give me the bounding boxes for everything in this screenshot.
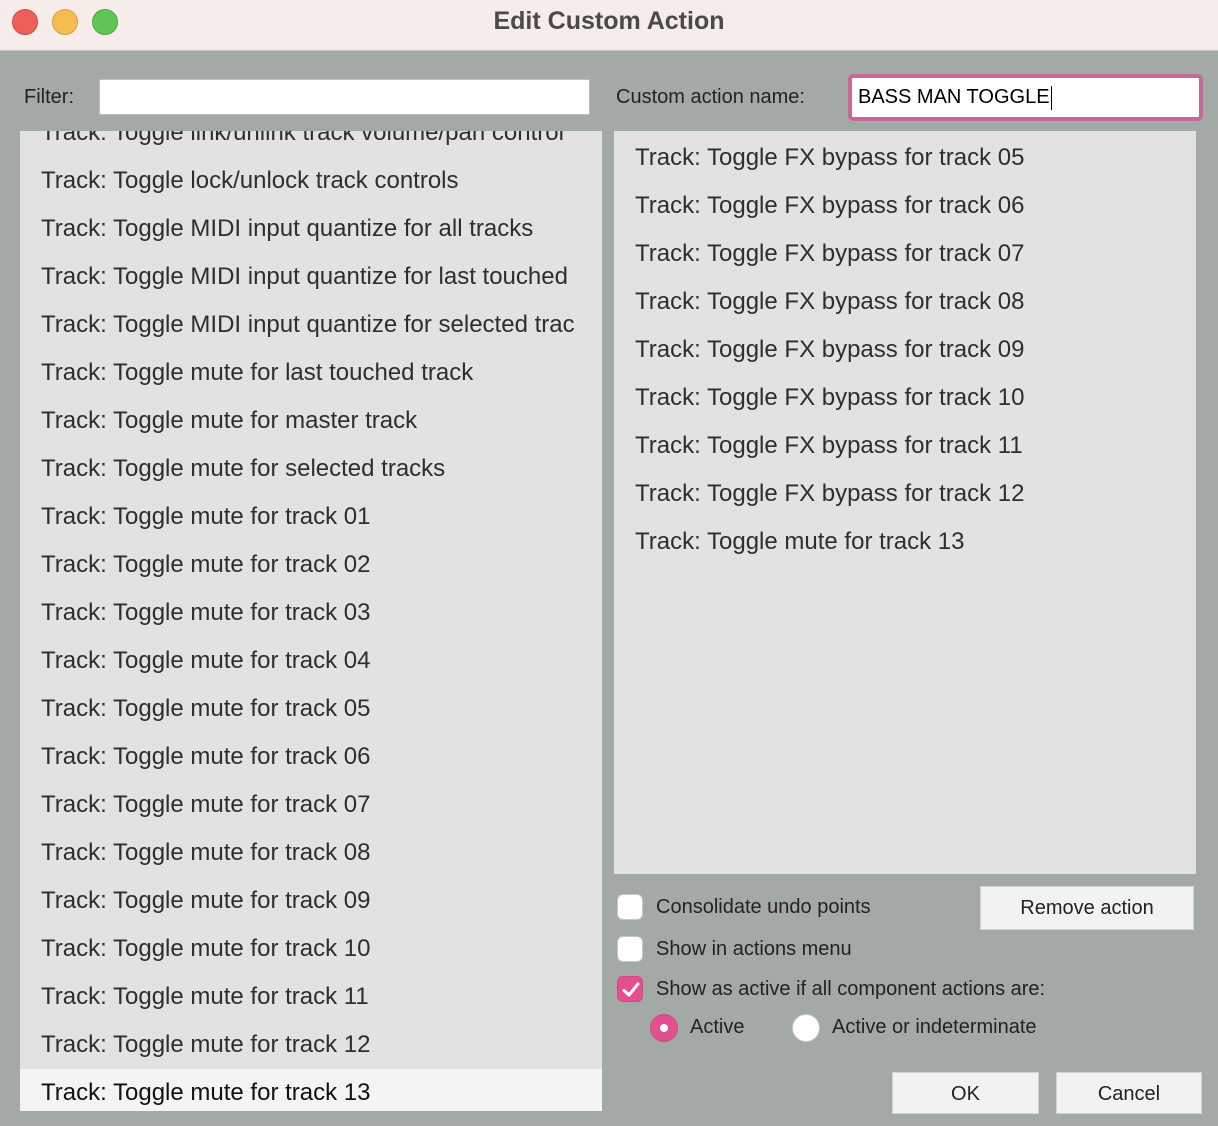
- active-radio[interactable]: [650, 1014, 678, 1042]
- list-item[interactable]: Track: Toggle mute for track 09: [20, 877, 602, 925]
- list-item[interactable]: Track: Toggle mute for track 07: [20, 781, 602, 829]
- consolidate-undo-checkbox[interactable]: [617, 894, 643, 920]
- list-item[interactable]: Track: Toggle FX bypass for track 08: [614, 278, 1196, 326]
- show-in-actions-menu-checkbox[interactable]: [617, 936, 643, 962]
- active-radio-label[interactable]: Active: [690, 1016, 744, 1039]
- custom-action-name-label: Custom action name:: [616, 86, 805, 108]
- consolidate-undo-label[interactable]: Consolidate undo points: [656, 896, 871, 919]
- active-or-indeterminate-radio[interactable]: [792, 1014, 820, 1042]
- list-item[interactable]: Track: Toggle link/unlink track volume/p…: [20, 131, 602, 157]
- list-item[interactable]: Track: Toggle MIDI input quantize for al…: [20, 205, 602, 253]
- custom-action-name-input[interactable]: BASS MAN TOGGLE: [848, 74, 1203, 121]
- list-item[interactable]: Track: Toggle mute for track 13: [20, 1069, 602, 1111]
- window-title: Edit Custom Action: [493, 7, 725, 35]
- list-item[interactable]: Track: Toggle mute for last touched trac…: [20, 349, 602, 397]
- show-as-active-checkbox[interactable]: [617, 976, 643, 1002]
- show-as-active-label[interactable]: Show as active if all component actions …: [656, 978, 1045, 1001]
- list-item[interactable]: Track: Toggle mute for track 11: [20, 973, 602, 1021]
- checkmark-icon: [622, 982, 640, 997]
- list-item[interactable]: Track: Toggle FX bypass for track 12: [614, 470, 1196, 518]
- list-item[interactable]: Track: Toggle mute for track 03: [20, 589, 602, 637]
- list-item[interactable]: Track: Toggle mute for track 01: [20, 493, 602, 541]
- list-item[interactable]: Track: Toggle mute for master track: [20, 397, 602, 445]
- show-in-actions-menu-label[interactable]: Show in actions menu: [656, 938, 852, 961]
- remove-action-button[interactable]: Remove action: [980, 886, 1194, 930]
- ok-button[interactable]: OK: [892, 1072, 1039, 1114]
- list-item[interactable]: Track: Toggle mute for selected tracks: [20, 445, 602, 493]
- filter-input[interactable]: [99, 79, 590, 115]
- title-bar: Edit Custom Action: [0, 0, 1218, 51]
- list-item[interactable]: Track: Toggle FX bypass for track 11: [614, 422, 1196, 470]
- list-item[interactable]: Track: Toggle mute for track 10: [20, 925, 602, 973]
- list-item[interactable]: Track: Toggle MIDI input quantize for la…: [20, 253, 602, 301]
- active-or-indeterminate-radio-label[interactable]: Active or indeterminate: [832, 1016, 1037, 1039]
- text-caret: [1050, 85, 1052, 110]
- list-item[interactable]: Track: Toggle FX bypass for track 07: [614, 230, 1196, 278]
- list-item[interactable]: Track: Toggle mute for track 06: [20, 733, 602, 781]
- list-item[interactable]: Track: Toggle mute for track 04: [20, 637, 602, 685]
- list-item[interactable]: Track: Toggle mute for track 12: [20, 1021, 602, 1069]
- list-item[interactable]: Track: Toggle mute for track 05: [20, 685, 602, 733]
- filter-label: Filter:: [24, 86, 74, 108]
- list-item[interactable]: Track: Toggle mute for track 08: [20, 829, 602, 877]
- list-item[interactable]: Track: Toggle MIDI input quantize for se…: [20, 301, 602, 349]
- edit-custom-action-window: Edit Custom Action Filter: Custom action…: [0, 0, 1218, 1126]
- component-actions-list[interactable]: Track: Toggle FX bypass for track 05 Trac…: [614, 131, 1196, 874]
- available-actions-list[interactable]: Track: Toggle link/unlink track volume/p…: [20, 131, 602, 1111]
- list-item[interactable]: Track: Toggle FX bypass for track 05: [614, 134, 1196, 182]
- list-item[interactable]: Track: Toggle FX bypass for track 10: [614, 374, 1196, 422]
- cancel-button[interactable]: Cancel: [1056, 1072, 1202, 1114]
- list-item[interactable]: Track: Toggle FX bypass for track 06: [614, 182, 1196, 230]
- list-item[interactable]: Track: Toggle mute for track 02: [20, 541, 602, 589]
- list-item[interactable]: Track: Toggle mute for track 13: [614, 518, 1196, 566]
- list-item[interactable]: Track: Toggle lock/unlock track controls: [20, 157, 602, 205]
- list-item[interactable]: Track: Toggle FX bypass for track 09: [614, 326, 1196, 374]
- custom-action-name-value: BASS MAN TOGGLE: [858, 86, 1050, 108]
